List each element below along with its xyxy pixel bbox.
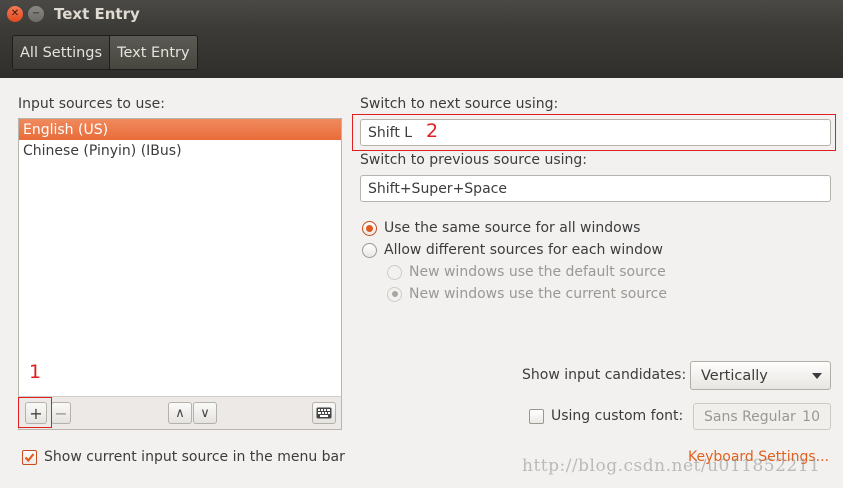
next-source-label: Switch to next source using: [360,96,559,112]
radio-default-source: New windows use the default source [387,264,666,280]
prev-source-label: Switch to previous source using: [360,152,588,168]
input-candidates-dropdown[interactable]: Vertically [690,361,831,390]
font-chooser-button: Sans Regular 10 [693,403,831,430]
list-item-chinese-pinyin[interactable]: Chinese (Pinyin) (IBus) [19,140,341,161]
radio-different-sources-indicator[interactable] [362,242,377,258]
prev-source-shortcut-field[interactable]: Shift+Super+Space [360,175,831,202]
font-size: 10 [802,409,820,425]
font-name: Sans Regular [704,408,796,425]
remove-source-button[interactable]: − [51,402,71,424]
breadcrumb: All Settings Text Entry [12,35,198,70]
annotation-box-2 [352,114,836,151]
radio-current-source-label: New windows use the current source [409,286,667,302]
radio-same-source-label: Use the same source for all windows [384,220,641,236]
move-up-button[interactable]: ∧ [168,402,192,424]
breadcrumb-all-settings[interactable]: All Settings [13,36,110,69]
radio-current-source: New windows use the current source [387,286,667,302]
chevron-down-icon: ∨ [200,405,210,421]
keyboard-layout-button[interactable] [312,402,336,424]
toolbar: All Settings Text Entry [0,28,843,78]
radio-different-sources-label: Allow different sources for each window [384,242,663,258]
radio-same-source[interactable]: Use the same source for all windows [362,220,640,236]
annotation-number-1: 1 [29,361,42,383]
breadcrumb-text-entry[interactable]: Text Entry [109,36,197,69]
radio-same-source-indicator[interactable] [362,220,377,236]
input-sources-toolbar: + − ∧ ∨ [18,396,342,430]
input-sources-label: Input sources to use: [18,96,165,112]
radio-default-source-indicator [387,264,402,280]
dropdown-arrow-icon [812,373,822,379]
radio-default-source-label: New windows use the default source [409,264,666,280]
keyboard-icon [316,407,332,419]
window-title: Text Entry [54,5,140,23]
checkmark-icon [24,452,35,462]
list-item-english-us[interactable]: English (US) [19,119,341,140]
chevron-up-icon: ∧ [175,405,185,421]
watermark: http://blog.csdn.net/u011852211 [522,456,821,476]
minus-icon: − [54,403,68,423]
radio-different-sources[interactable]: Allow different sources for each window [362,242,663,258]
radio-current-source-indicator [387,286,402,302]
show-current-source-label: Show current input source in the menu ba… [44,449,345,465]
input-sources-list[interactable]: English (US) Chinese (Pinyin) (IBus) [18,118,342,397]
input-candidates-label: Show input candidates: [522,367,687,383]
input-candidates-value: Vertically [701,367,768,384]
annotation-box-1 [18,397,52,428]
custom-font-label: Using custom font: [551,408,684,424]
minimize-icon[interactable]: − [28,6,44,22]
annotation-number-2: 2 [426,120,439,142]
title-bar: ✕ − Text Entry [0,0,843,28]
move-down-button[interactable]: ∨ [193,402,217,424]
show-current-source-checkbox[interactable] [22,449,37,465]
show-current-source-row[interactable]: Show current input source in the menu ba… [22,449,345,465]
custom-font-checkbox[interactable] [529,408,544,424]
custom-font-row[interactable]: Using custom font: [529,408,683,424]
close-icon[interactable]: ✕ [7,6,23,22]
